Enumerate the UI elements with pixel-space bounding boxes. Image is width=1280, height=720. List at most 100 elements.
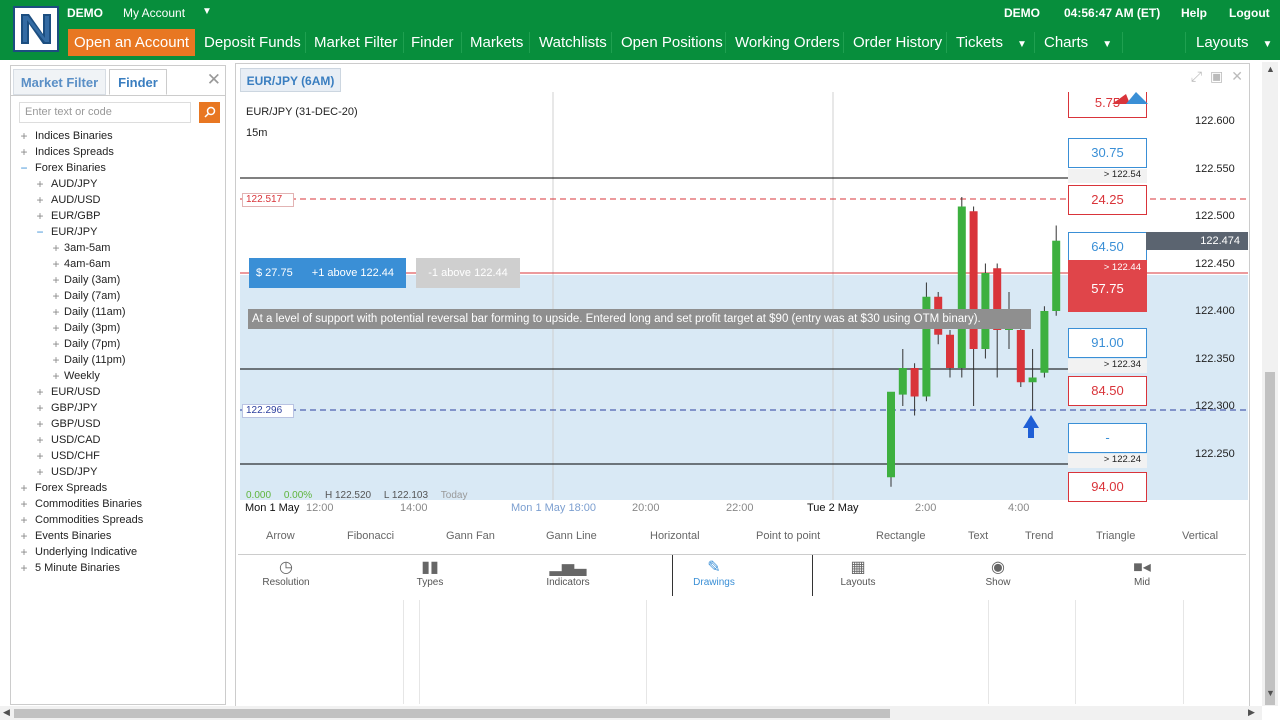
ladder-price-cell[interactable]: 30.75	[1068, 138, 1147, 168]
tree-item[interactable]: + AUD/JPY	[11, 176, 225, 192]
deposit-funds-button[interactable]: Deposit Funds	[204, 29, 301, 56]
finder-nav[interactable]: Finder	[411, 29, 454, 56]
expand-icon[interactable]: +	[35, 208, 45, 224]
expand-icon[interactable]: +	[51, 288, 61, 304]
tree-item[interactable]: + USD/CHF	[11, 448, 225, 464]
tree-item[interactable]: + AUD/USD	[11, 192, 225, 208]
tree-item[interactable]: + Daily (3am)	[11, 272, 225, 288]
markets-nav[interactable]: Markets	[470, 29, 523, 56]
tree-item[interactable]: + Daily (11am)	[11, 304, 225, 320]
tree-item[interactable]: + EUR/USD	[11, 384, 225, 400]
trade-annotation[interactable]: At a level of support with potential rev…	[248, 309, 1031, 329]
tree-item[interactable]: + Daily (11pm)	[11, 352, 225, 368]
horizontal-scrollbar[interactable]: ◀ ▶	[0, 706, 1262, 720]
tickets-nav[interactable]: Tickets ▼	[956, 29, 1027, 56]
drawing-tool-vertical[interactable]: Vertical	[1182, 530, 1218, 542]
tab-show[interactable]: ◉ Show	[968, 557, 1028, 588]
tab-types[interactable]: ▮▮ Types	[400, 557, 460, 588]
tree-item[interactable]: + Forex Spreads	[11, 480, 225, 496]
price-chart[interactable]: EUR/JPY (31-DEC-20) 15m 122.517 122.296 …	[240, 92, 1248, 518]
tree-item[interactable]: + Indices Binaries	[11, 128, 225, 144]
tab-resolution[interactable]: ◷ Resolution	[256, 557, 316, 588]
tree-item[interactable]: + GBP/JPY	[11, 400, 225, 416]
expand-icon[interactable]: +	[51, 368, 61, 384]
nadex-logo-icon[interactable]	[13, 6, 59, 52]
expand-icon[interactable]: +	[51, 336, 61, 352]
tree-item[interactable]: + Commodities Spreads	[11, 512, 225, 528]
expand-icon[interactable]: +	[19, 544, 29, 560]
expand-icon[interactable]: +	[51, 320, 61, 336]
expand-icon[interactable]: +	[19, 128, 29, 144]
close-icon[interactable]: ✕	[207, 70, 221, 90]
order-history-nav[interactable]: Order History	[853, 29, 942, 56]
vertical-scrollbar[interactable]: ▲ ▼	[1262, 62, 1278, 706]
ladder-price-cell[interactable]: 91.00	[1068, 328, 1147, 358]
expand-icon[interactable]: +	[51, 240, 61, 256]
scroll-left-icon[interactable]: ◀	[3, 707, 10, 718]
expand-icon[interactable]: +	[51, 272, 61, 288]
expand-icon[interactable]: +	[51, 256, 61, 272]
expand-icon[interactable]: +	[35, 176, 45, 192]
open-positions-nav[interactable]: Open Positions	[621, 29, 723, 56]
expand-icon[interactable]: +	[19, 144, 29, 160]
tree-item[interactable]: +3am-5am	[11, 240, 225, 256]
drawing-tool-point-to-point[interactable]: Point to point	[756, 530, 820, 542]
logout-link[interactable]: Logout	[1229, 6, 1270, 20]
expand-icon[interactable]: +	[51, 304, 61, 320]
tree-item[interactable]: + Daily (7pm)	[11, 336, 225, 352]
search-input[interactable]: Enter text or code	[19, 102, 191, 123]
drawing-tool-gann-fan[interactable]: Gann Fan	[446, 530, 495, 542]
my-account-link[interactable]: My Account	[123, 6, 185, 20]
help-link[interactable]: Help	[1181, 6, 1207, 20]
expand-icon[interactable]: +	[19, 528, 29, 544]
expand-icon[interactable]: +	[19, 560, 29, 576]
open-account-button[interactable]: Open an Account	[68, 29, 196, 56]
expand-icon[interactable]: +	[35, 448, 45, 464]
vertical-scroll-thumb[interactable]	[1265, 372, 1275, 705]
expand-icon[interactable]: +	[35, 416, 45, 432]
expand-icon[interactable]: +	[19, 496, 29, 512]
tab-market-filter[interactable]: Market Filter	[13, 69, 106, 95]
watchlists-nav[interactable]: Watchlists	[539, 29, 607, 56]
tree-item[interactable]: + Indices Spreads	[11, 144, 225, 160]
scroll-down-icon[interactable]: ▼	[1266, 688, 1275, 698]
collapse-icon[interactable]: −	[35, 224, 45, 240]
ladder-price-cell[interactable]: 24.25	[1068, 185, 1147, 215]
expand-icon[interactable]: +	[35, 464, 45, 480]
tree-item[interactable]: + Weekly	[11, 368, 225, 384]
working-order-sell[interactable]: -1 above 122.44	[416, 258, 520, 288]
drawing-tool-rectangle[interactable]: Rectangle	[876, 530, 926, 542]
account-dropdown-icon[interactable]: ▼	[202, 6, 212, 17]
scroll-up-icon[interactable]: ▲	[1266, 64, 1275, 74]
drawing-tool-arrow[interactable]: Arrow	[266, 530, 295, 542]
tab-drawings[interactable]: ✎ Drawings	[684, 557, 744, 588]
scroll-right-icon[interactable]: ▶	[1248, 707, 1255, 718]
maximize-icon[interactable]: ▣	[1210, 68, 1223, 84]
drawing-tool-gann-line[interactable]: Gann Line	[546, 530, 597, 542]
drawing-tool-horizontal[interactable]: Horizontal	[650, 530, 700, 542]
charts-nav[interactable]: Charts ▼	[1044, 29, 1112, 56]
expand-icon[interactable]: +	[35, 400, 45, 416]
ladder-price-cell[interactable]: 84.50	[1068, 376, 1147, 406]
tree-item[interactable]: + EUR/GBP	[11, 208, 225, 224]
tree-item[interactable]: − Forex Binaries	[11, 160, 225, 176]
search-icon[interactable]	[199, 102, 220, 123]
tree-item[interactable]: + Underlying Indicative	[11, 544, 225, 560]
collapse-icon[interactable]: −	[19, 160, 29, 176]
tree-item[interactable]: +5 Minute Binaries	[11, 560, 225, 576]
tree-item[interactable]: − EUR/JPY	[11, 224, 225, 240]
tab-mid[interactable]: ■◂ Mid	[1112, 557, 1172, 588]
ladder-price-cell[interactable]: -	[1068, 423, 1147, 453]
working-order-buy[interactable]: $ 27.75 +1 above 122.44	[249, 258, 406, 288]
tab-indicators[interactable]: ▂▅▃ Indicators	[538, 557, 598, 588]
drawing-tool-text[interactable]: Text	[968, 530, 988, 542]
expand-icon[interactable]: +	[19, 512, 29, 528]
expand-icon[interactable]: +	[35, 192, 45, 208]
horizontal-scroll-thumb[interactable]	[14, 709, 890, 718]
drawing-tool-trend[interactable]: Trend	[1025, 530, 1053, 542]
ladder-price-cell[interactable]: 94.00	[1068, 472, 1147, 502]
tree-item[interactable]: + Daily (3pm)	[11, 320, 225, 336]
tab-finder[interactable]: Finder	[109, 69, 167, 95]
tree-item[interactable]: + USD/JPY	[11, 464, 225, 480]
drawing-tool-fibonacci[interactable]: Fibonacci	[347, 530, 394, 542]
